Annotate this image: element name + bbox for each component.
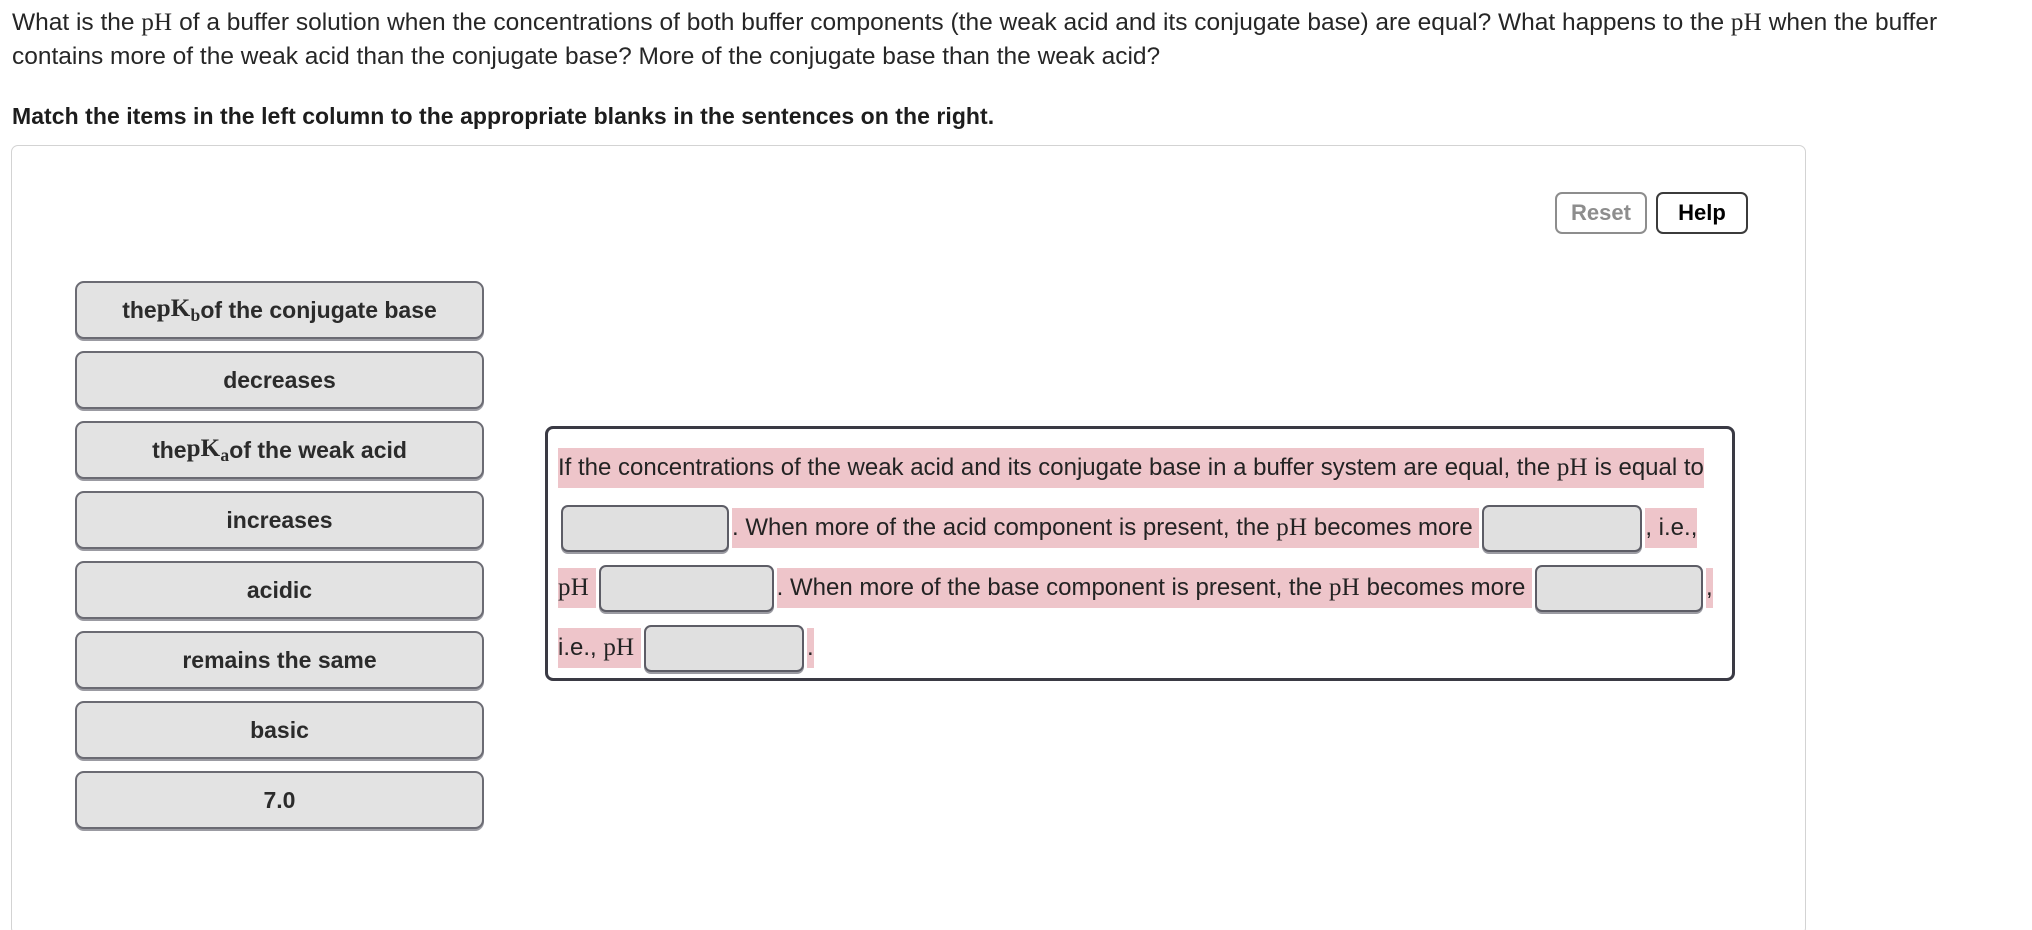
question-line-1-part-b: of a buffer solution when the concentrat… [172,9,1731,36]
choice-tile-acidic[interactable]: acidic [75,561,484,619]
drop-blank-5[interactable] [644,625,804,673]
ph-symbol-sentence-3: pH [558,568,589,608]
activity-page: What is the pH of a buffer solution when… [0,0,2032,930]
choice-tile-increases[interactable]: increases [75,491,484,549]
drop-blank-2[interactable] [1482,505,1643,553]
ph-symbol-inline-2: pH [1730,9,1762,36]
sentence-segment-2: is equal to [1587,448,1704,488]
choice-tile-basic[interactable]: basic [75,701,484,759]
help-button[interactable]: Help [1656,192,1748,234]
question-block: What is the pH of a buffer solution when… [12,6,2032,74]
sentence-segment-10 [634,628,641,668]
choice-label-prefix-0: the [122,296,157,323]
drop-blank-3[interactable] [598,565,774,613]
sentence-segment-3: . When more of the acid component is pre… [732,508,1277,548]
instruction-text: Match the items in the left column to th… [12,103,995,129]
choice-label-suffix-2: of the weak acid [229,436,407,463]
sentence-segment-6 [588,568,596,608]
sentence-panel: If the concentrations of the weak acid a… [545,426,1735,681]
question-line-2: contains more of the weak acid than the … [12,43,1161,70]
choice-label-suffix-0: of the conjugate base [200,296,437,323]
activity-panel: Reset Help the pKb of the conjugate base… [11,145,1806,930]
pk-subscript-a: a [220,444,230,465]
ph-symbol-sentence-4: pH [1328,568,1360,608]
ph-symbol-sentence-1: pH [1556,448,1588,488]
choice-label-prefix-2: the [152,436,187,463]
pk-subscript-b: b [190,304,201,325]
sentence-segment-1: If the concentrations of the weak acid a… [558,448,1557,488]
sentence-segment-11: . [807,628,814,668]
choice-tile-7-0[interactable]: 7.0 [75,771,484,829]
ph-symbol-inline-1: pH [141,9,173,36]
sentence-segment-5: , i.e., [1645,508,1698,548]
choice-tile-decreases[interactable]: decreases [75,351,484,409]
sentence-segment-8: becomes more [1359,568,1532,608]
reset-button[interactable]: Reset [1555,192,1647,234]
question-line-1: What is the pH of a buffer solution when… [12,6,2032,40]
choice-tile-remains-the-same[interactable]: remains the same [75,631,484,689]
drop-blank-4[interactable] [1535,565,1703,613]
sentence-segment-7: . When more of the base component is pre… [776,568,1329,608]
pk-symbol-a: pKa [187,435,230,466]
question-line-1-part-c: when the buffer [1761,9,1938,36]
sentence-segment-4: becomes more [1307,508,1480,548]
ph-symbol-sentence-2: pH [1276,508,1308,548]
choice-column: the pKb of the conjugate base decreases … [75,281,484,841]
pk-symbol-b: pKb [157,295,201,326]
question-line-1-part-a: What is the [12,9,142,36]
drop-blank-1[interactable] [561,505,729,553]
choice-tile-pkb-conjugate-base[interactable]: the pKb of the conjugate base [75,281,484,339]
toolbar: Reset Help [1555,192,1748,234]
ph-symbol-sentence-5: pH [603,628,635,668]
sentence-flow: If the concentrations of the weak acid a… [558,438,1722,678]
pk-letters-a: pK [186,434,221,462]
choice-tile-pka-weak-acid[interactable]: the pKa of the weak acid [75,421,484,479]
pk-letters-b: pK [156,294,191,322]
